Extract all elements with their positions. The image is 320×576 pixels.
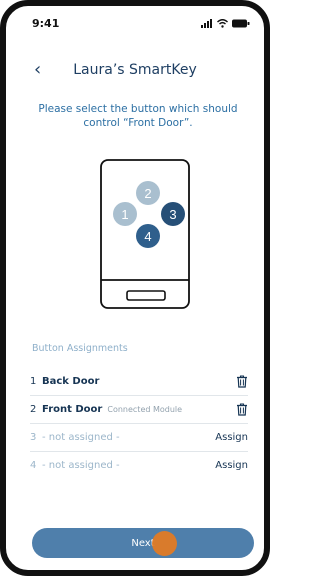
key-button-2[interactable]: 2 bbox=[136, 181, 160, 205]
key-button-4[interactable]: 4 bbox=[136, 224, 160, 248]
key-button-label-4: 4 bbox=[144, 229, 151, 244]
row-number: 3 bbox=[30, 432, 37, 443]
assignment-row-2[interactable]: 2 Front Door Connected Module bbox=[30, 395, 248, 423]
row-number: 2 bbox=[30, 404, 37, 415]
row-name: - not assigned - bbox=[42, 432, 120, 443]
next-button[interactable]: Next bbox=[32, 528, 254, 558]
trash-icon bbox=[237, 403, 247, 416]
smartkey-illustration: 2 1 3 4 bbox=[100, 159, 190, 309]
assign-button[interactable]: Assign bbox=[215, 424, 248, 451]
row-subtitle: Connected Module bbox=[107, 405, 183, 414]
assignment-row-1[interactable]: 1 Back Door bbox=[30, 368, 248, 395]
key-button-label-3: 3 bbox=[169, 207, 176, 222]
status-bar: 9:41 bbox=[6, 6, 264, 44]
key-button-3[interactable]: 3 bbox=[161, 202, 185, 226]
row-name: Front Door bbox=[42, 404, 103, 415]
key-button-1[interactable]: 1 bbox=[113, 202, 137, 226]
row-number: 4 bbox=[30, 460, 37, 471]
row-name: Back Door bbox=[42, 376, 100, 387]
trash-icon bbox=[237, 375, 247, 388]
battery-icon bbox=[232, 19, 250, 28]
header: ‹ Laura’s SmartKey bbox=[6, 58, 264, 86]
status-icons bbox=[201, 19, 250, 28]
assignment-row-3[interactable]: 3 - not assigned - Assign bbox=[30, 423, 248, 451]
row-name: - not assigned - bbox=[42, 460, 120, 471]
touch-indicator bbox=[152, 531, 177, 556]
key-button-label-2: 2 bbox=[144, 186, 151, 201]
wifi-icon bbox=[217, 19, 228, 28]
phone-frame: 9:41 ‹ Laura’s SmartKey Please select th… bbox=[0, 0, 270, 576]
assignment-row-4[interactable]: 4 - not assigned - Assign bbox=[30, 451, 248, 479]
delete-button[interactable] bbox=[236, 368, 248, 395]
signal-icon bbox=[201, 19, 212, 28]
key-button-label-1: 1 bbox=[121, 207, 128, 222]
assign-button[interactable]: Assign bbox=[215, 452, 248, 479]
status-time: 9:41 bbox=[32, 17, 60, 30]
assignment-list: 1 Back Door 2 Front Door Connected Modul… bbox=[30, 368, 248, 479]
delete-button[interactable] bbox=[236, 396, 248, 423]
instruction-text: Please select the button which should co… bbox=[38, 103, 238, 129]
row-number: 1 bbox=[30, 376, 37, 387]
page-title: Laura’s SmartKey bbox=[73, 62, 197, 78]
button-assignments-label: Button Assignments bbox=[32, 343, 128, 354]
